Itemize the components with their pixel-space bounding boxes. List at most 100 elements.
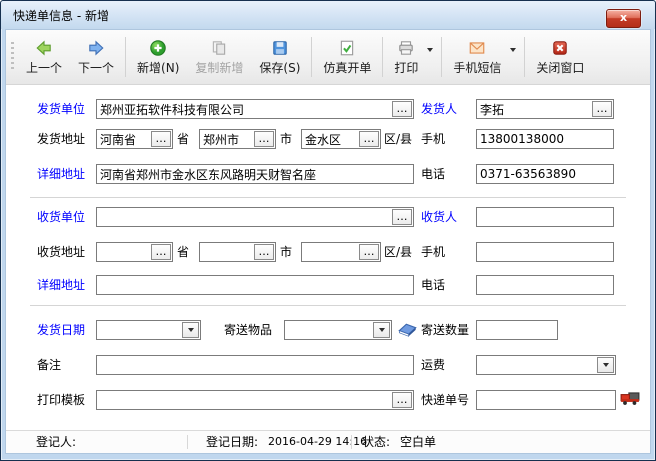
receiver-province-field: … [96,242,173,262]
next-arrow-icon [87,39,105,57]
save-button[interactable]: 保存(S) [251,33,308,81]
sender-detail-input[interactable] [97,165,413,183]
copy-new-button-label: 复制新增 [195,59,243,76]
next-button[interactable]: 下一个 [70,33,122,81]
status-bar: 登记人: 登记日期: 2016-04-29 14:16 状态: 空白单 [6,430,650,453]
receiver-phone-label: 电话 [421,275,445,295]
statusbar-separator [187,435,188,449]
quantity-input[interactable] [477,321,557,339]
receiver-mobile-field [476,242,614,262]
close-icon: x [620,11,627,24]
receiver-district-field: … [301,242,381,262]
close-window-button[interactable]: 关闭窗口 [528,33,592,81]
note-input[interactable] [97,356,413,374]
receiver-district-lookup-button[interactable]: … [359,244,379,260]
next-button-label: 下一个 [78,59,114,76]
ship-date-dropdown-button[interactable] [182,322,199,338]
toolbar-separator [311,37,312,77]
toolbar-separator [524,37,525,77]
previous-arrow-icon [35,39,53,57]
receiver-phone-field [476,275,614,295]
sender-person-label: 发货人 [421,99,457,119]
note-label: 备注 [37,355,61,375]
tracking-number-input[interactable] [477,391,615,409]
receiver-unit-lookup-button[interactable]: … [392,209,412,225]
receiver-detail-input[interactable] [97,276,413,294]
add-plus-icon [149,39,167,57]
item-input[interactable] [285,321,372,339]
toolbar: 上一个 下一个 新增(N) [6,30,650,85]
ship-date-combobox [96,320,201,340]
toolbar-grip-handle[interactable] [11,42,14,72]
sender-unit-field: … [96,99,414,119]
window-content: 上一个 下一个 新增(N) [5,29,651,454]
order-form: 发货单位 … 发货人 … 发货地址 … 省 … 市 [6,85,650,430]
save-floppy-icon [271,39,289,57]
sender-phone-label: 电话 [421,164,445,184]
ship-date-input[interactable] [97,321,181,339]
tracking-number-field [476,390,616,410]
sms-dropdown-arrow[interactable] [509,33,521,81]
freight-label: 运费 [421,355,445,375]
sender-city-lookup-button[interactable]: … [254,131,274,147]
receiver-mobile-input[interactable] [477,243,613,261]
toolbar-separator [382,37,383,77]
close-window-button-label: 关闭窗口 [536,59,584,76]
page-check-icon [338,39,356,57]
receiver-detail-label: 详细地址 [37,275,85,295]
sender-province-lookup-button[interactable]: … [151,131,171,147]
item-dropdown-button[interactable] [373,322,390,338]
sender-person-field: … [476,99,614,119]
sender-province-input[interactable] [97,130,150,148]
receiver-district-input[interactable] [302,243,358,261]
print-button[interactable]: 打印 [386,33,426,81]
sender-unit-lookup-button[interactable]: … [392,101,412,117]
receiver-detail-field [96,275,414,295]
toolbar-separator [441,37,442,77]
item-label: 寄送物品 [224,320,272,340]
sender-unit-input[interactable] [97,100,391,118]
receiver-person-input[interactable] [477,208,613,226]
simulate-billing-button[interactable]: 仿真开单 [315,33,379,81]
freight-input[interactable] [477,356,596,374]
chevron-down-icon [427,48,433,52]
print-template-label: 打印模板 [37,390,85,410]
district-suffix-label: 区/县 [384,129,412,149]
print-dropdown-arrow[interactable] [426,33,438,81]
tracking-truck-icon[interactable] [620,391,640,409]
sender-address-label: 发货地址 [37,129,85,149]
receiver-city-input[interactable] [200,243,253,261]
receiver-province-input[interactable] [97,243,150,261]
sender-district-input[interactable] [302,130,358,148]
print-template-lookup-button[interactable]: … [392,392,412,408]
sender-person-input[interactable] [477,100,591,118]
sender-phone-input[interactable] [477,165,613,183]
sender-person-lookup-button[interactable]: … [592,101,612,117]
receiver-city-field: … [199,242,276,262]
print-template-input[interactable] [97,391,391,409]
chevron-down-icon [379,328,385,332]
register-date-value: 2016-04-29 14:16 [268,431,367,453]
sender-city-input[interactable] [200,130,253,148]
freight-dropdown-button[interactable] [597,357,614,373]
sender-district-lookup-button[interactable]: … [359,131,379,147]
receiver-city-lookup-button[interactable]: … [254,244,274,260]
receiver-unit-input[interactable] [97,208,391,226]
item-catalog-book-icon[interactable] [397,321,418,341]
copy-new-button[interactable]: 复制新增 [187,33,251,81]
new-button[interactable]: 新增(N) [129,33,187,81]
receiver-phone-input[interactable] [477,276,613,294]
register-date-label: 登记日期: [206,431,258,453]
district-suffix-label: 区/县 [384,242,412,262]
sender-mobile-input[interactable] [477,130,613,148]
receiver-province-lookup-button[interactable]: … [151,244,171,260]
new-button-label: 新增(N) [137,59,179,76]
titlebar-close-button[interactable]: x [606,9,641,28]
province-suffix-label: 省 [177,242,189,262]
quantity-label: 寄送数量 [421,320,469,340]
previous-button[interactable]: 上一个 [18,33,70,81]
receiver-mobile-label: 手机 [421,242,445,262]
receiver-person-label: 收货人 [421,207,457,227]
sms-button[interactable]: 手机短信 [445,33,509,81]
item-combobox [284,320,392,340]
